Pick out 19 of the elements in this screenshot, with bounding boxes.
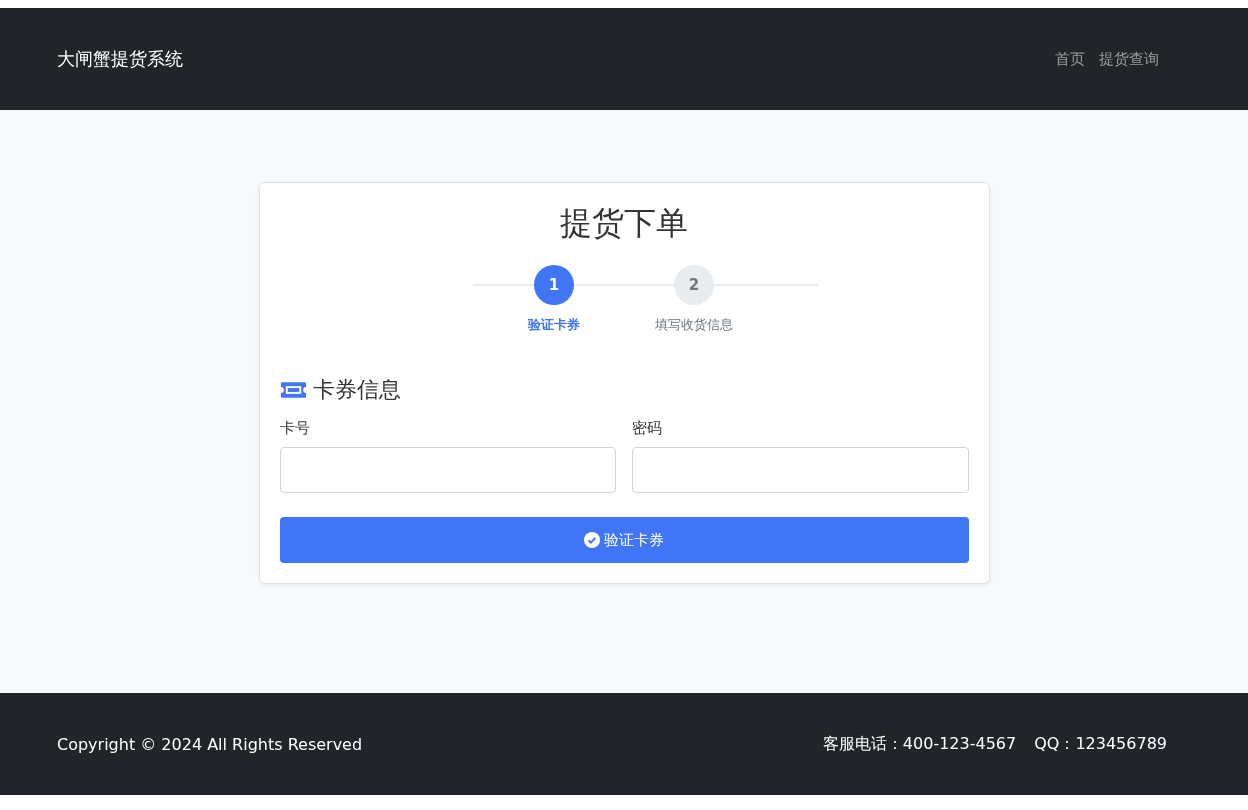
copyright-text: Copyright © 2024 All Rights Reserved — [57, 734, 363, 754]
step-label: 验证卡券 — [528, 317, 580, 334]
step-number: 1 — [534, 265, 574, 305]
contact-text: QQ：123456789 — [1034, 733, 1167, 755]
field-label: 密码 — [632, 419, 663, 438]
nav-link[interactable]: 提货查询 — [1099, 49, 1159, 69]
step-label: 填写收货信息 — [655, 317, 733, 334]
verify-button[interactable]: 验证卡券 — [279, 517, 969, 563]
contact-text: 客服电话：400-123-4567 — [822, 733, 1017, 755]
ticket-icon — [279, 381, 307, 399]
nav-link[interactable]: 首页 — [1055, 49, 1085, 69]
page-title: 提货下单 — [559, 203, 689, 244]
input-field[interactable] — [279, 447, 616, 493]
step-number: 2 — [674, 265, 714, 305]
field-label: 卡号 — [279, 419, 311, 438]
input-field[interactable] — [632, 447, 969, 493]
section-title: 卡券信息 — [312, 376, 401, 404]
check-circle-icon — [584, 532, 600, 548]
brand-title: 大闸蟹提货系统 — [57, 47, 183, 71]
